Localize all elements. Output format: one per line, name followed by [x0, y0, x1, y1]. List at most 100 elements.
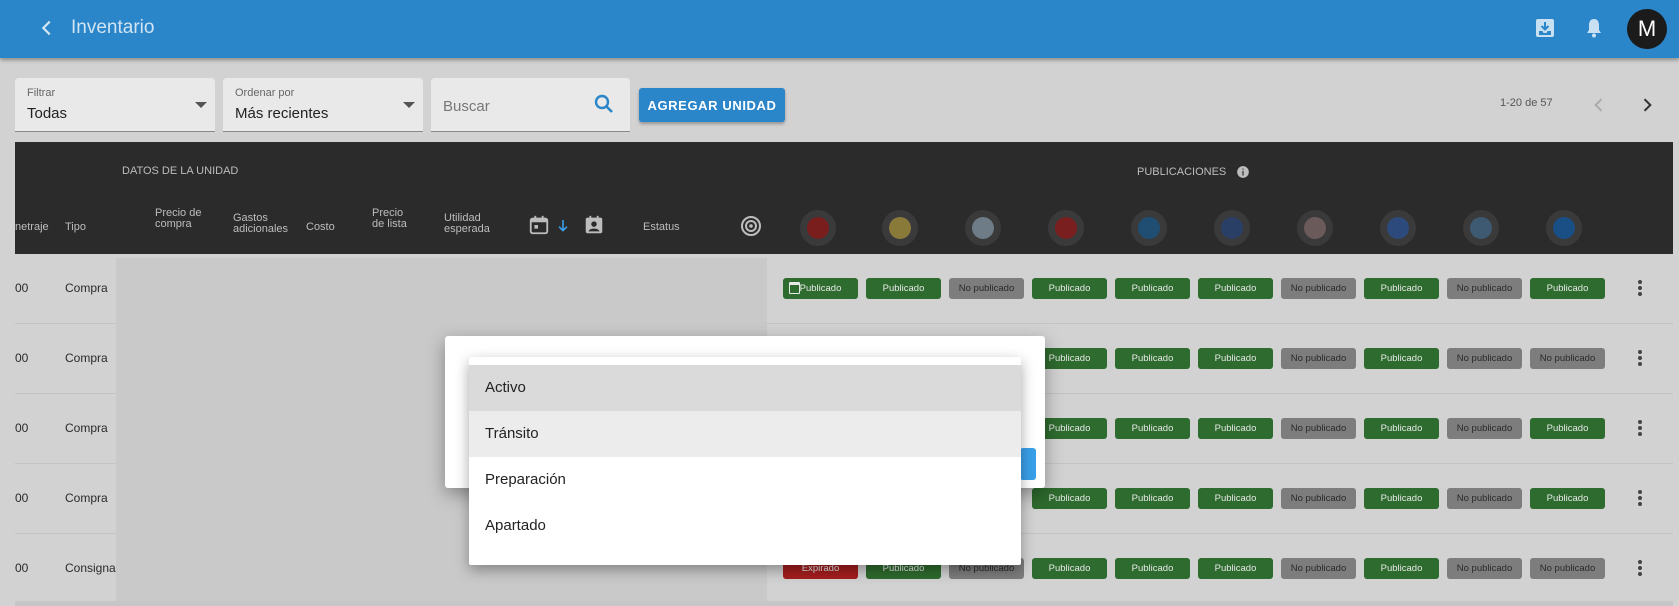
publication-status-badge[interactable]: Publicado [1032, 558, 1107, 579]
inbox-download-icon[interactable] [1533, 16, 1557, 40]
target-icon[interactable] [739, 214, 763, 238]
publication-status-badge[interactable]: No publicado [1530, 348, 1605, 369]
cell-tipo: Consigna [65, 561, 116, 575]
publication-status-badge[interactable]: No publicado [1447, 278, 1522, 299]
cell-metraje: 00 [15, 561, 29, 575]
cell-metraje: 00 [15, 491, 29, 505]
col-precio-lista[interactable]: Precio de lista [372, 208, 416, 230]
status-option-apartado[interactable]: Apartado [469, 503, 1021, 549]
col-precio-compra[interactable]: Precio de compra [155, 208, 205, 230]
col-utilidad[interactable]: Utilidad esperada [444, 213, 504, 235]
portal-icon-5[interactable] [1131, 210, 1167, 246]
publication-status-badge[interactable]: Publicado [1115, 418, 1190, 439]
chevron-down-icon [403, 102, 415, 108]
sort-select[interactable]: Ordenar por Más recientes [223, 78, 423, 132]
publication-status-badge[interactable]: No publicado [1281, 278, 1356, 299]
portal-icon-9[interactable] [1463, 210, 1499, 246]
col-tipo[interactable]: Tipo [65, 222, 86, 233]
publication-status-badge[interactable]: No publicado [949, 278, 1024, 299]
status-option-activo[interactable]: Activo [469, 365, 1021, 411]
page-title: Inventario [71, 17, 155, 38]
status-option-transito[interactable]: Tránsito [469, 411, 1021, 457]
publication-status-badge[interactable]: Publicado [866, 278, 941, 299]
status-dropdown[interactable]: Activo Tránsito Preparación Apartado [469, 357, 1021, 565]
publication-status-badge[interactable]: Publicado [1115, 348, 1190, 369]
publication-status-badge[interactable]: Publicado [1032, 488, 1107, 509]
publication-status-badge[interactable]: Publicado [1198, 348, 1273, 369]
app-bar: Inventario M [0, 0, 1679, 58]
publication-status-badge[interactable]: No publicado [1447, 488, 1522, 509]
publication-status-badge[interactable]: Publicado [1198, 418, 1273, 439]
pagination-range: 1-20 de 57 [1500, 97, 1553, 109]
publication-status-badge[interactable]: No publicado [1281, 348, 1356, 369]
publication-status-badge[interactable]: Publicado [1364, 418, 1439, 439]
next-page-icon[interactable] [1637, 95, 1657, 115]
search-icon[interactable] [592, 92, 616, 116]
add-unit-button[interactable]: AGREGAR UNIDAD [639, 88, 785, 122]
publication-status-badge[interactable]: No publicado [1447, 558, 1522, 579]
cell-tipo: Compra [65, 351, 108, 365]
publication-status-badge[interactable]: Publicado [1530, 418, 1605, 439]
more-vert-icon[interactable] [1638, 350, 1642, 366]
filter-select[interactable]: Filtrar Todas [15, 78, 215, 132]
col-costo[interactable]: Costo [306, 222, 335, 233]
portal-icon-7[interactable] [1297, 210, 1333, 246]
publication-status-badge[interactable]: Publicado [1364, 488, 1439, 509]
publication-status-badge[interactable]: Publicado [1115, 558, 1190, 579]
col-estatus[interactable]: Estatus [643, 222, 680, 233]
calendar-user-icon[interactable] [583, 214, 605, 236]
sort-arrow-down-icon[interactable] [555, 218, 571, 234]
facebook-icon[interactable] [1380, 210, 1416, 246]
cell-tipo: Compra [65, 281, 108, 295]
portal-icon-2[interactable] [882, 210, 918, 246]
col-gastos[interactable]: Gastos adicionales [233, 213, 303, 235]
publication-status-badge[interactable]: Publicado [1115, 278, 1190, 299]
publication-status-badge[interactable]: No publicado [1281, 488, 1356, 509]
bell-icon[interactable] [1582, 16, 1606, 40]
publication-status-badge[interactable]: No publicado [1447, 418, 1522, 439]
sort-label: Ordenar por [235, 87, 295, 99]
sort-value: Más recientes [235, 105, 329, 122]
publication-status-badge[interactable]: Publicado [1364, 348, 1439, 369]
publication-status-badge[interactable]: Publicado [1364, 558, 1439, 579]
user-avatar[interactable]: M [1627, 9, 1667, 49]
publication-status-badge[interactable]: No publicado [1281, 418, 1356, 439]
more-vert-icon[interactable] [1638, 280, 1642, 296]
col-metraje[interactable]: netraje [15, 222, 49, 233]
more-vert-icon[interactable] [1638, 560, 1642, 576]
publication-status-badge[interactable]: Publicado [1032, 278, 1107, 299]
calendar-icon [789, 282, 800, 294]
publication-status-badge[interactable]: Publicado [1198, 278, 1273, 299]
portal-icon-1[interactable] [800, 210, 836, 246]
cell-tipo: Compra [65, 421, 108, 435]
portal-icon-6[interactable] [1214, 210, 1250, 246]
cell-tipo: Compra [65, 491, 108, 505]
publication-status-badge[interactable]: Publicado [1530, 488, 1605, 509]
info-icon[interactable] [1236, 165, 1250, 179]
dialog-confirm-button-edge[interactable] [1020, 448, 1036, 480]
portal-icon-3[interactable] [965, 210, 1001, 246]
calendar-icon[interactable] [528, 214, 550, 236]
horizontal-scrollbar[interactable] [15, 601, 1673, 606]
publication-status-badge[interactable]: No publicado [1447, 348, 1522, 369]
status-option-preparacion[interactable]: Preparación [469, 457, 1021, 503]
shopping-bag-icon[interactable] [1546, 210, 1582, 246]
publication-status-badge[interactable]: Publicado [1198, 488, 1273, 509]
back-arrow-icon[interactable] [36, 17, 58, 39]
publication-status-badge[interactable]: No publicado [1281, 558, 1356, 579]
publication-status-badge[interactable]: Publicado [1530, 278, 1605, 299]
group-publications: PUBLICACIONES [1137, 166, 1227, 178]
publication-status-badge[interactable]: Publicado [1198, 558, 1273, 579]
publication-status-badge[interactable]: Publicado [1364, 278, 1439, 299]
publication-status-badge[interactable]: Publicado [1115, 488, 1190, 509]
filter-label: Filtrar [27, 87, 56, 99]
more-vert-icon[interactable] [1638, 490, 1642, 506]
search-input[interactable]: Buscar [431, 78, 630, 132]
publication-status-badge[interactable]: No publicado [1530, 558, 1605, 579]
cell-metraje: 00 [15, 351, 29, 365]
cell-metraje: 00 [15, 421, 29, 435]
prev-page-icon[interactable] [1589, 95, 1609, 115]
portal-icon-4[interactable] [1048, 210, 1084, 246]
filter-value: Todas [27, 105, 68, 122]
more-vert-icon[interactable] [1638, 420, 1642, 436]
